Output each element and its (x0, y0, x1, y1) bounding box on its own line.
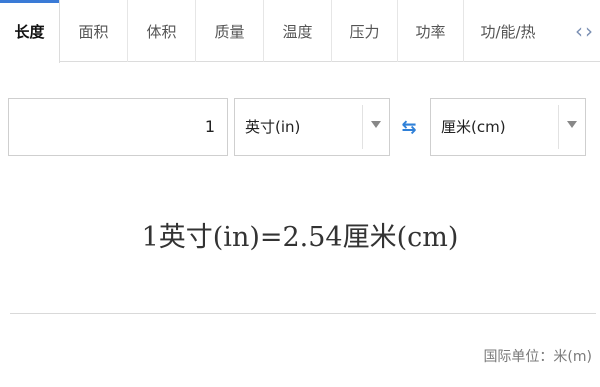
conversion-result: 1英寸(in)=2.54厘米(cm) (141, 222, 459, 253)
divider (10, 313, 596, 314)
tab-volume[interactable]: 体积 (128, 0, 196, 62)
to-unit-value: 厘米(cm) (441, 118, 506, 136)
unit-category-tabs: 长度 面积 体积 质量 温度 压力 功率 功/能/热 ‹ › (0, 0, 600, 63)
si-unit-note: 国际单位：米(m) (483, 349, 592, 365)
swap-units-icon[interactable]: ⇆ (398, 116, 420, 138)
from-unit-value: 英寸(in) (245, 118, 301, 136)
to-unit-select[interactable]: 厘米(cm) (430, 98, 586, 156)
tab-mass[interactable]: 质量 (196, 0, 264, 62)
tab-scroll-arrows: ‹ › (574, 0, 594, 62)
tab-length[interactable]: 长度 (0, 0, 60, 63)
select-divider (558, 105, 559, 149)
tab-temperature[interactable]: 温度 (264, 0, 332, 62)
converter-row: 1 英寸(in) ⇆ 厘米(cm) (0, 98, 600, 158)
chevron-right-icon[interactable]: › (584, 19, 594, 43)
value-input[interactable]: 1 (8, 98, 228, 156)
from-unit-select[interactable]: 英寸(in) (234, 98, 390, 156)
tab-pressure[interactable]: 压力 (332, 0, 398, 62)
tab-work-energy-heat[interactable]: 功/能/热 (464, 0, 552, 62)
tab-area[interactable]: 面积 (60, 0, 128, 62)
chevron-down-icon (371, 121, 381, 128)
select-divider (362, 105, 363, 149)
chevron-left-icon[interactable]: ‹ (574, 19, 584, 43)
tab-power[interactable]: 功率 (398, 0, 464, 62)
chevron-down-icon (567, 121, 577, 128)
